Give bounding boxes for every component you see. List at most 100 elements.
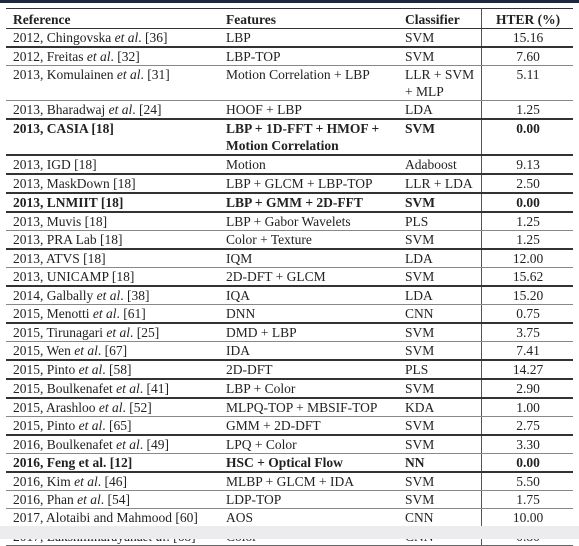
cell-features: DMD + LBP [219, 323, 398, 342]
table-row: 2015, Pinto et al. [58] 2D-DFT PLS 14.27 [6, 360, 573, 380]
cell-reference: 2013, ATVS [18] [6, 249, 219, 268]
table-row: 2014, Galbally et al. [38] IQA LDA 15.20 [6, 286, 573, 305]
cell-classifier: Adaboost [398, 155, 482, 175]
ref-text: 2015, Tirunagari [13, 325, 107, 340]
ref-text: 2014, Galbally [13, 288, 97, 303]
table-row: 2013, LNMIIT [18] LBP + GMM + 2D-FFT SVM 0.… [6, 193, 573, 213]
cell-hter: 5.50 [481, 472, 573, 491]
cell-classifier: SVM [398, 230, 482, 250]
ref-text: . [38] [120, 288, 150, 303]
table-row: 2016, Kim et al. [46] MLBP + GLCM + IDA SV… [6, 472, 573, 491]
ref-text: 2013, Bharadwaj [13, 102, 109, 117]
cell-reference: 2014, Galbally et al. [38] [6, 286, 219, 305]
cell-hter: 1.25 [481, 212, 573, 231]
cell-classifier: SVM [398, 435, 482, 454]
cell-features: 2D-DFT + GLCM [219, 267, 398, 287]
cell-hter: 7.41 [481, 341, 573, 361]
cell-features: LDP-TOP [219, 490, 398, 509]
cell-reference: 2015, Wen et al. [67] [6, 341, 219, 361]
table-row: 2015, Wen et al. [67] IDA SVM 7.41 [6, 341, 573, 361]
ref-text: 2013, PRA Lab [18] [13, 232, 123, 247]
ref-text: 2016, Boulkenafet [13, 437, 117, 452]
table-row: 2012, Freitas et al. [32] LBP-TOP SVM 7.60 [6, 47, 573, 66]
ref-text: 2016, Feng et al. [12] [13, 455, 133, 470]
cell-features: HSC + Optical Flow [219, 453, 398, 473]
cell-features: DNN [219, 304, 398, 324]
cell-hter: 1.25 [481, 230, 573, 250]
ref-text: 2013, IGD [18] [13, 157, 97, 172]
ref-text: 2013, MaskDown [18] [13, 176, 136, 191]
ref-etal: et al [106, 325, 131, 340]
ref-text: . [31] [140, 67, 170, 82]
cell-classifier: SVM [398, 267, 482, 287]
cell-reference: 2013, PRA Lab [18] [6, 230, 219, 250]
cell-reference: 2016, Kim et al. [46] [6, 472, 219, 491]
cell-reference: 2012, Chingovska et al. [36] [6, 28, 219, 48]
ref-text: . [52] [122, 400, 152, 415]
ref-etal: et al [78, 362, 103, 377]
cell-features: IDA [219, 341, 398, 361]
ref-text: . [54] [100, 492, 130, 507]
ref-text: 2013, Muvis [18] [13, 214, 108, 229]
cell-reference: 2015, Arashloo et al. [52] [6, 398, 219, 417]
cell-reference: 2013, MaskDown [18] [6, 174, 219, 194]
ref-text: . [32] [110, 49, 140, 64]
table-row: 2013, IGD [18] Motion Adaboost 9.13 [6, 155, 573, 175]
table-row: 2015, Pinto et al. [65] GMM + 2D-DFT SVM 2.… [6, 416, 573, 436]
ref-text: . [46] [97, 474, 128, 489]
cell-reference: 2015, Menotti et al. [61] [6, 304, 219, 324]
ref-etal: et al [116, 67, 141, 82]
cell-hter: 15.16 [481, 28, 573, 48]
table-row: 2015, Tirunagari et al. [25] DMD + LBP SVM… [6, 323, 573, 342]
ref-text: 2015, Wen [13, 343, 75, 358]
ref-etal: et al [92, 306, 117, 321]
ref-text: . [25] [130, 325, 160, 340]
ref-etal: et al [114, 30, 139, 45]
table-row: 2013, Bharadwaj et al. [24] HOOF + LBP LDA… [6, 100, 573, 120]
cell-features: MLBP + GLCM + IDA [219, 472, 398, 491]
ref-text: 2013, CASIA [18] [13, 121, 114, 136]
cell-reference: 2017, Alotaibi and Mahmood [60] [6, 508, 219, 528]
table-row: 2012, Chingovska et al. [36] LBP SVM 15.16 [6, 28, 573, 48]
cell-reference: 2016, Phan et al. [54] [6, 490, 219, 509]
cell-reference: 2013, Muvis [18] [6, 212, 219, 231]
window-top-border [0, 0, 579, 3]
cell-hter: 0.75 [481, 304, 573, 324]
cell-reference: 2013, CASIA [18] [6, 119, 219, 156]
table-row: 2013, Muvis [18] LBP + Gabor Wavelets PLS 1… [6, 212, 573, 231]
ref-text: 2015, Pinto [13, 418, 79, 433]
cell-hter: 15.20 [481, 286, 573, 305]
cell-classifier: SVM [398, 341, 482, 361]
cell-features: IQA [219, 286, 398, 305]
cell-classifier: SVM [398, 323, 482, 342]
cell-classifier: PLS [398, 212, 482, 231]
cell-hter: 1.75 [481, 490, 573, 509]
cell-reference: 2013, IGD [18] [6, 155, 219, 175]
ref-text: 2016, Phan [13, 492, 78, 507]
cell-features: 2D-DFT [219, 360, 398, 380]
cell-features: LBP + GMM + 2D-FFT [219, 193, 398, 213]
cell-hter: 1.25 [481, 100, 573, 120]
ref-text: . [36] [138, 30, 168, 45]
cell-classifier: LLR + LDA [398, 174, 482, 194]
cell-reference: 2013, LNMIIT [18] [6, 193, 219, 213]
cell-reference: 2013, Komulainen et al. [31] [6, 65, 219, 101]
cell-hter: 15.62 [481, 267, 573, 287]
cell-classifier: CNN [398, 304, 482, 324]
cell-reference: 2015, Pinto et al. [58] [6, 360, 219, 380]
header-reference: Reference [6, 8, 219, 29]
cell-reference: 2016, Feng et al. [12] [6, 453, 219, 473]
ref-etal: et al [77, 492, 101, 507]
cell-hter: 5.11 [481, 65, 573, 101]
header-hter: HTER (%) [481, 8, 573, 29]
table-row: 2016, Feng et al. [12] HSC + Optical Flow… [6, 453, 573, 473]
cell-reference: 2015, Tirunagari et al. [25] [6, 323, 219, 342]
cell-classifier: SVM [398, 416, 482, 436]
cell-reference: 2013, Bharadwaj et al. [24] [6, 100, 219, 120]
cell-hter: 1.00 [481, 398, 573, 417]
ref-etal: et al [108, 102, 133, 117]
cell-features: LBP-TOP [219, 47, 398, 66]
cell-features: MLPQ-TOP + MBSIF-TOP [219, 398, 398, 417]
table-row: 2013, Komulainen et al. [31] Motion Corre… [6, 65, 573, 101]
table-row: 2017, Alotaibi and Mahmood [60] AOS CNN 10.… [6, 508, 573, 528]
